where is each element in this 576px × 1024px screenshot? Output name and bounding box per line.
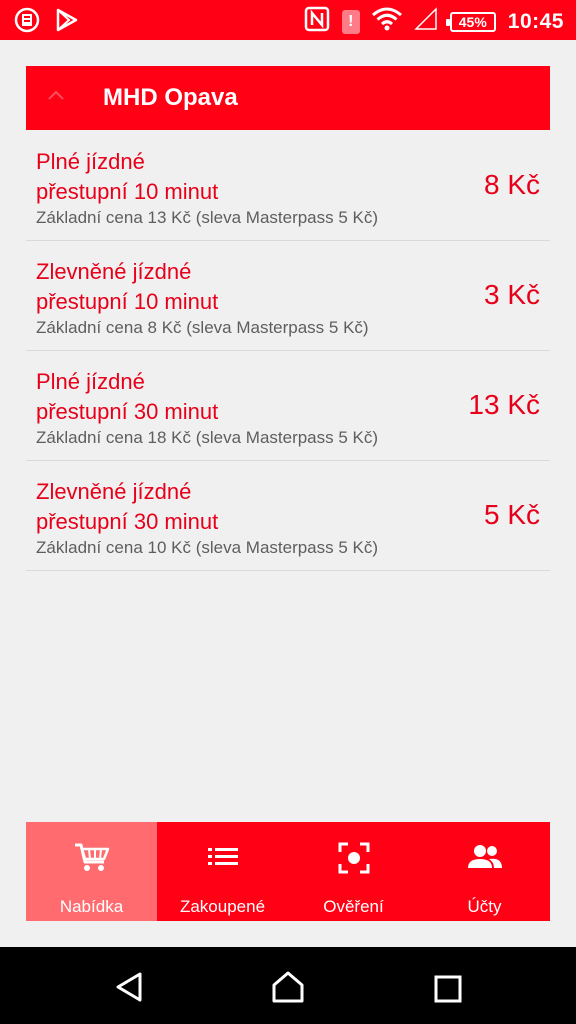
people-icon — [467, 842, 503, 877]
tab-overeni[interactable]: Ověření — [288, 822, 419, 921]
alert-icon: ! — [341, 9, 360, 34]
wifi-icon — [371, 7, 402, 36]
status-bar: ! 45% 10:45 — [0, 0, 576, 40]
ticket-title-line1: Zlevněné jízdné — [36, 259, 192, 284]
ticket-subtitle: Základní cena 8 Kč (sleva Masterpass 5 K… — [36, 318, 369, 337]
clock: 10:45 — [507, 9, 564, 33]
signal-icon — [413, 7, 438, 36]
ticket-title-line2: přestupní 10 minut — [36, 289, 219, 314]
status-notifications — [14, 7, 78, 38]
battery-level: 45% — [458, 13, 487, 30]
battery-icon: 45% — [445, 11, 496, 32]
sim-sync-icon — [14, 7, 42, 38]
ticket-title-line2: přestupní 30 minut — [36, 399, 219, 424]
ticket-title-line2: přestupní 30 minut — [36, 509, 219, 534]
ticket-title-line1: Plné jízdné — [36, 149, 145, 174]
cart-icon — [74, 842, 110, 877]
ticket-title: Plné jízdné přestupní 10 minut — [36, 147, 416, 207]
tab-label: Ověření — [323, 897, 384, 916]
chevron-up-icon[interactable] — [46, 88, 66, 106]
ticket-title-line1: Zlevněné jízdné — [36, 479, 192, 504]
ticket-title: Zlevněné jízdné přestupní 30 minut — [36, 477, 416, 537]
section-header[interactable]: MHD Opava — [26, 66, 550, 130]
recents-icon[interactable] — [434, 975, 462, 1008]
ticket-item[interactable]: Zlevněné jízdné přestupní 30 minut 5 Kč … — [26, 461, 550, 571]
tab-label: Nabídka — [59, 897, 124, 916]
scan-icon — [338, 842, 370, 879]
header-title: MHD Opava — [103, 84, 238, 111]
ticket-title: Plné jízdné přestupní 30 minut — [36, 367, 416, 427]
ticket-list: Plné jízdné přestupní 10 minut 8 Kč Zákl… — [26, 131, 550, 571]
list-icon — [207, 842, 239, 877]
ticket-subtitle: Základní cena 13 Kč (sleva Masterpass 5 … — [36, 208, 379, 227]
bottom-nav: Nabídka Zakoupené Ověření Účty — [26, 822, 550, 921]
ticket-price: 13 Kč — [468, 389, 540, 420]
tab-zakoupene[interactable]: Zakoupené — [157, 822, 288, 921]
ticket-title-line1: Plné jízdné — [36, 369, 145, 394]
tab-label: Zakoupené — [179, 897, 266, 916]
ticket-title: Zlevněné jízdné přestupní 10 minut — [36, 257, 416, 317]
tab-ucty[interactable]: Účty — [419, 822, 550, 921]
tab-nabidka[interactable]: Nabídka — [26, 822, 157, 921]
home-icon[interactable] — [271, 971, 305, 1008]
ticket-item[interactable]: Plné jízdné přestupní 30 minut 13 Kč Zák… — [26, 351, 550, 461]
ticket-price: 5 Kč — [483, 499, 540, 530]
ticket-price: 3 Kč — [483, 279, 540, 310]
tab-label: Účty — [467, 897, 502, 916]
ticket-item[interactable]: Plné jízdné přestupní 10 minut 8 Kč Zákl… — [26, 131, 550, 241]
ticket-item[interactable]: Zlevněné jízdné přestupní 10 minut 3 Kč … — [26, 241, 550, 351]
back-icon[interactable] — [114, 971, 144, 1008]
status-system-icons: ! 45% 10:45 — [304, 6, 564, 37]
ticket-subtitle: Základní cena 18 Kč (sleva Masterpass 5 … — [36, 428, 379, 447]
ticket-title-line2: přestupní 10 minut — [36, 179, 219, 204]
nfc-icon — [304, 6, 330, 37]
ticket-subtitle: Základní cena 10 Kč (sleva Masterpass 5 … — [36, 538, 379, 557]
system-nav-bar — [0, 947, 576, 1024]
ticket-price: 8 Kč — [483, 169, 540, 200]
play-store-icon — [56, 8, 78, 37]
